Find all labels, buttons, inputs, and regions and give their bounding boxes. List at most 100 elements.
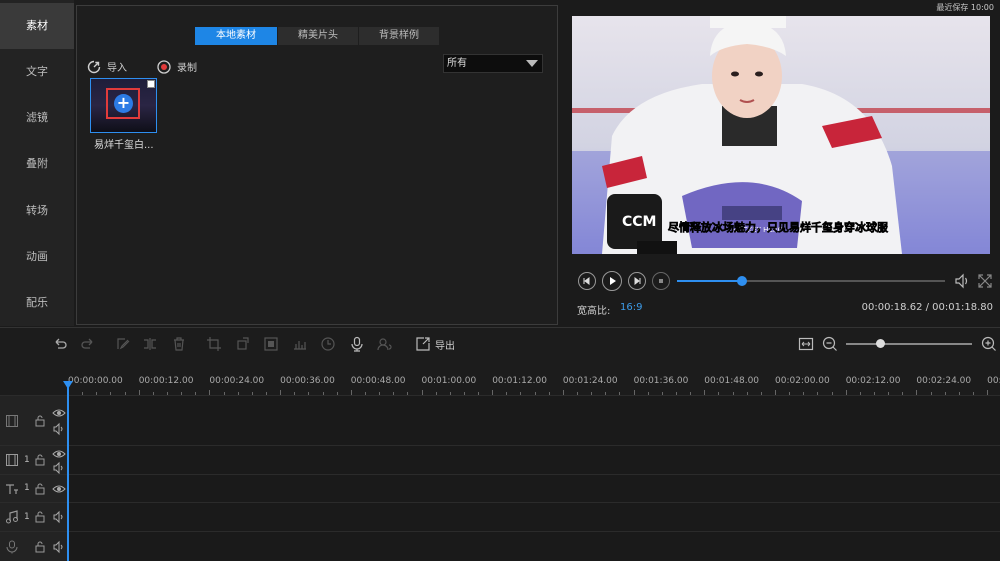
lock-icon[interactable] <box>33 510 47 524</box>
play-button[interactable] <box>602 271 622 291</box>
ruler-tick-label: 00:00:36.00 <box>280 376 335 386</box>
mosaic-icon[interactable] <box>263 336 279 352</box>
zoom-in-icon[interactable] <box>981 336 997 352</box>
media-thumbnail[interactable]: + <box>90 78 157 133</box>
media-panel: 本地素材 精美片头 背景样例 导入 录制 所有 + 易烊千玺白... <box>76 5 558 325</box>
zoom-handle[interactable] <box>876 339 886 348</box>
voiceover-icon[interactable] <box>377 336 393 352</box>
next-frame-icon <box>634 277 641 285</box>
sidebar-item-music[interactable]: 配乐 <box>0 280 74 326</box>
fullscreen-icon[interactable] <box>976 272 994 290</box>
visibility-icon[interactable] <box>52 406 66 420</box>
edit-icon[interactable] <box>115 336 131 352</box>
aspect-ratio-value[interactable]: 16:9 <box>620 302 642 313</box>
progress-handle[interactable] <box>736 276 747 286</box>
sidebar-item-filter[interactable]: 滤镜 <box>0 95 74 141</box>
add-to-timeline-icon[interactable]: + <box>114 94 133 113</box>
ruler-tick-label: 00:01:48.00 <box>704 376 760 386</box>
jersey-brand: CCM <box>622 214 656 230</box>
ruler-tick-label: 00:01:24.00 <box>562 376 618 386</box>
tab-backgrounds[interactable]: 背景样例 <box>359 27 439 45</box>
timeline-zoom-slider[interactable] <box>846 339 972 348</box>
prev-frame-icon <box>583 277 590 285</box>
track-video-main[interactable] <box>0 395 1000 445</box>
sidebar-item-text[interactable]: 文字 <box>0 49 74 95</box>
sidebar-item-transition[interactable]: 转场 <box>0 188 74 234</box>
track-header <box>0 532 68 561</box>
import-icon <box>87 60 101 73</box>
rotate-icon[interactable] <box>235 336 251 352</box>
track-number: 1 <box>24 512 30 522</box>
ruler-tick-label: 00:01:36.00 <box>633 376 689 386</box>
ruler-tick-label: 00:00:12.00 <box>138 376 194 386</box>
mute-icon[interactable] <box>52 510 66 524</box>
voice-track-icon <box>6 540 18 554</box>
tab-intros[interactable]: 精美片头 <box>278 27 358 45</box>
lock-icon[interactable] <box>33 540 47 554</box>
playhead[interactable] <box>67 383 69 561</box>
mute-icon[interactable] <box>52 422 66 436</box>
audio-icon[interactable] <box>292 336 308 352</box>
crop-icon[interactable] <box>206 336 222 352</box>
video-track-icon <box>6 415 18 427</box>
track-header: 1 <box>0 503 68 531</box>
sidebar-item-media[interactable]: 素材 <box>0 3 74 49</box>
select-checkbox[interactable] <box>147 80 155 88</box>
chevron-down-icon <box>526 60 538 67</box>
sidebar: 素材 文字 滤镜 叠附 转场 动画 配乐 <box>0 0 74 326</box>
track-text[interactable]: 1 <box>0 474 1000 502</box>
play-icon <box>610 277 616 285</box>
sidebar-item-animation[interactable]: 动画 <box>0 234 74 280</box>
track-number: 1 <box>24 455 30 465</box>
track-video-overlay[interactable]: 1 <box>0 445 1000 475</box>
mute-icon[interactable] <box>52 540 66 554</box>
overlay-track-icon <box>6 454 18 466</box>
ruler-tick-label: 00:02:24.00 <box>916 376 972 386</box>
track-header: 1 <box>0 446 68 475</box>
save-status: 最近保存 10:00 <box>936 3 994 12</box>
track-header <box>0 396 68 445</box>
music-track-icon <box>6 510 18 524</box>
duration-icon[interactable] <box>320 336 336 352</box>
record-button[interactable]: 录制 <box>157 59 197 74</box>
volume-icon[interactable] <box>953 272 971 290</box>
next-frame-button[interactable] <box>628 272 646 290</box>
delete-icon[interactable] <box>171 336 187 352</box>
ruler-tick-label: 00:02:00.00 <box>775 376 830 386</box>
lock-icon[interactable] <box>33 482 47 496</box>
lock-icon[interactable] <box>33 414 47 428</box>
export-icon[interactable] <box>415 336 431 352</box>
prev-frame-button[interactable] <box>578 272 596 290</box>
visibility-icon[interactable] <box>52 482 66 496</box>
fit-timeline-icon[interactable] <box>798 336 814 352</box>
tab-local-media[interactable]: 本地素材 <box>195 27 277 45</box>
track-header: 1 <box>0 475 68 502</box>
lock-icon[interactable] <box>33 453 47 467</box>
zoom-out-icon[interactable] <box>822 336 838 352</box>
track-voice[interactable] <box>0 531 1000 561</box>
time-separator: / <box>922 302 933 313</box>
split-icon[interactable] <box>142 336 158 352</box>
ruler-tick-label: 00:00:48.00 <box>350 376 406 386</box>
stop-button[interactable] <box>652 272 670 290</box>
import-button[interactable]: 导入 <box>87 59 127 74</box>
track-number: 1 <box>24 483 30 493</box>
stop-icon <box>659 279 663 283</box>
timeline-ruler[interactable]: 00:00:00.00 00:00:12.00 00:00:24.00 00:00:3… <box>0 361 1000 395</box>
visibility-icon[interactable] <box>52 447 66 461</box>
sidebar-item-overlay[interactable]: 叠附 <box>0 141 74 187</box>
playhead-handle[interactable] <box>63 381 73 389</box>
ruler-tick-label: 00:00:00.00 <box>68 376 123 386</box>
ruler-tick-label: 00:01:00.00 <box>421 376 477 386</box>
total-time: 00:01:18.80 <box>932 302 993 313</box>
export-button[interactable]: 导出 <box>435 337 455 352</box>
video-preview[interactable]: CCM HOCKEY HERO 尽情释放冰场魅力，只见易烊千玺身穿冰球服 <box>572 16 990 254</box>
media-filter-select[interactable]: 所有 <box>443 54 543 73</box>
microphone-icon[interactable] <box>349 336 365 352</box>
track-music[interactable]: 1 <box>0 502 1000 531</box>
playback-progress-bar[interactable] <box>677 276 945 286</box>
undo-icon[interactable] <box>52 336 68 352</box>
mute-icon[interactable] <box>52 461 66 475</box>
redo-icon[interactable] <box>80 336 96 352</box>
video-frame-image: CCM HOCKEY HERO 尽情释放冰场魅力，只见易烊千玺身穿冰球服 <box>572 16 990 254</box>
